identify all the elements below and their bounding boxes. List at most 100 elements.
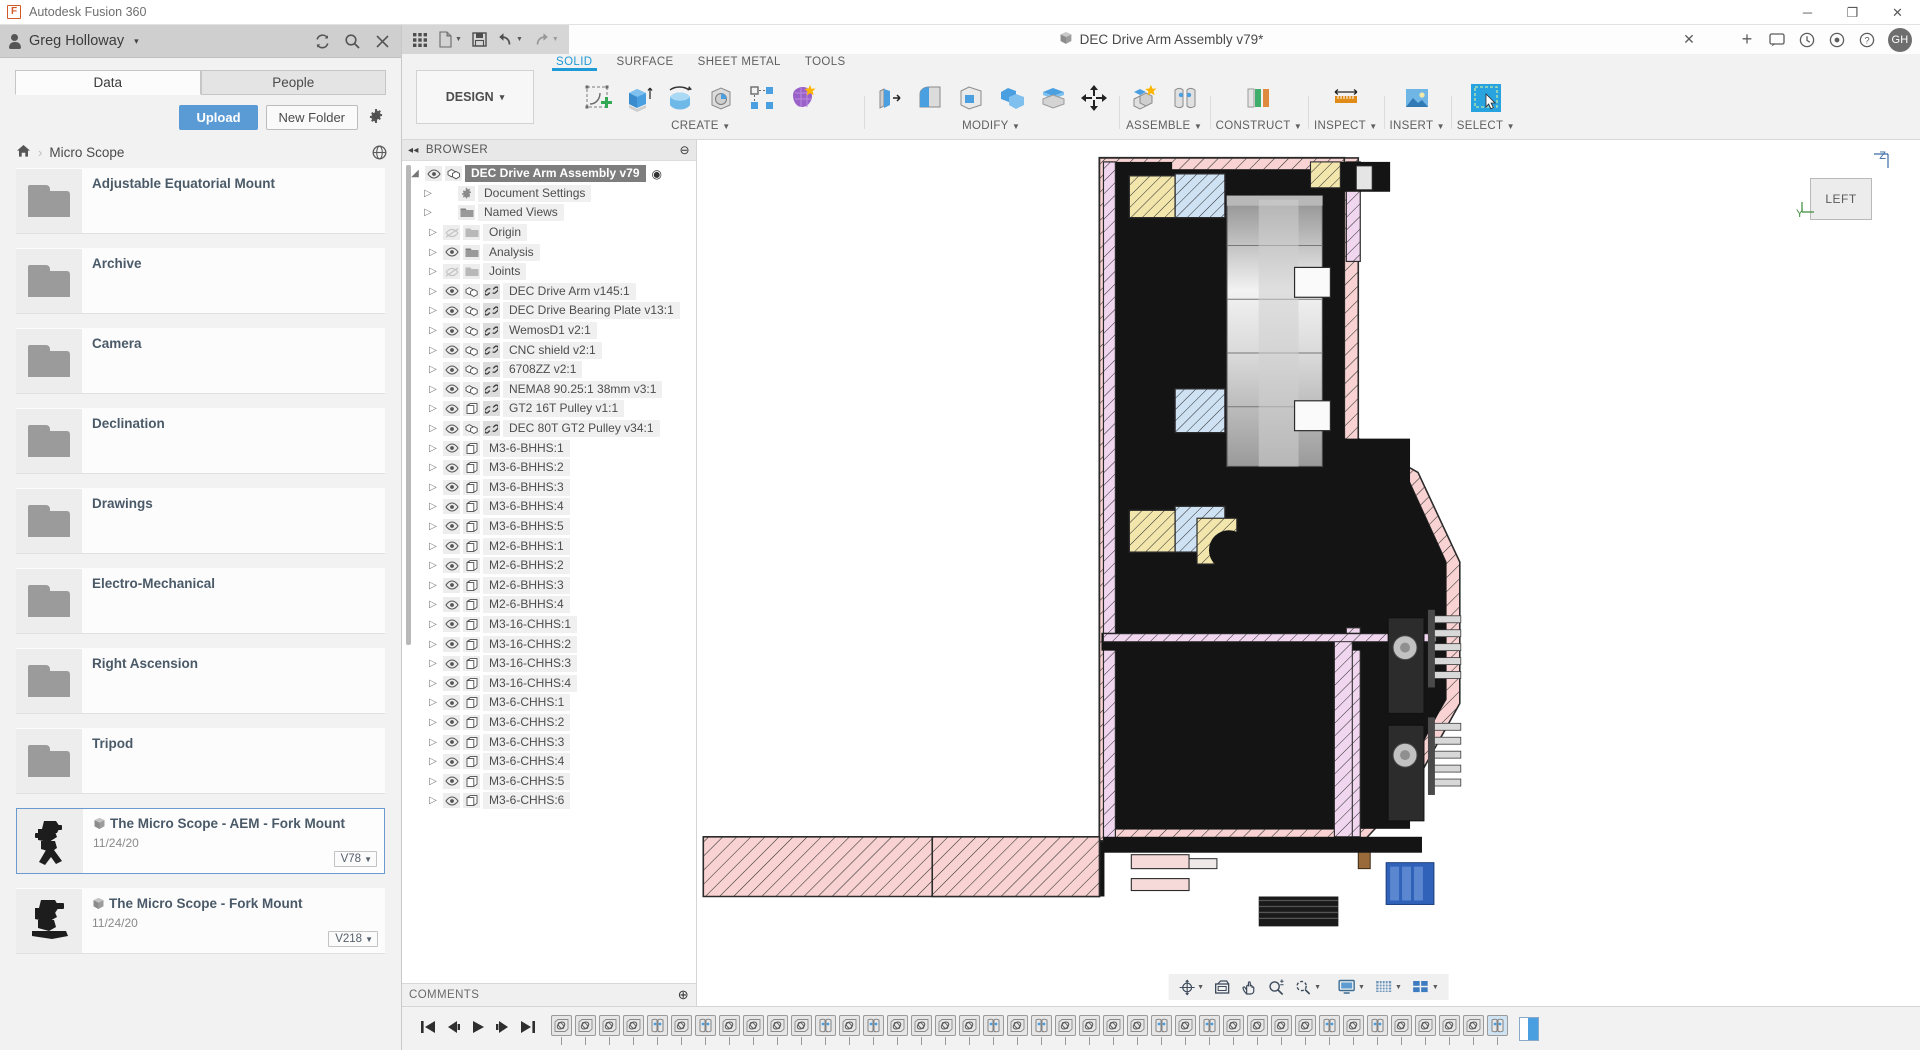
tree-node[interactable]: ▷M2-6-BHHS:3 bbox=[402, 575, 696, 595]
timeline-feature[interactable] bbox=[959, 1015, 980, 1036]
window-select-icon[interactable] bbox=[1467, 78, 1505, 118]
timeline-feature[interactable] bbox=[1439, 1015, 1460, 1036]
eye-icon[interactable] bbox=[443, 519, 460, 534]
display-settings-icon[interactable]: ▼ bbox=[1334, 978, 1369, 996]
expand-arrow-icon[interactable]: ▷ bbox=[426, 266, 440, 277]
ribbon-group-label[interactable]: MODIFY ▼ bbox=[962, 120, 1020, 136]
list-item[interactable]: Drawings bbox=[16, 488, 385, 554]
comments-panel-header[interactable]: COMMENTS ⊕ bbox=[402, 983, 696, 1006]
grid-apps-icon[interactable] bbox=[408, 30, 432, 50]
ribbon-group-label[interactable]: CONSTRUCT ▼ bbox=[1216, 120, 1302, 136]
expand-arrow-icon[interactable]: ▷ bbox=[426, 423, 440, 434]
expand-arrow-icon[interactable]: ▷ bbox=[426, 717, 440, 728]
expand-arrow-icon[interactable]: ▷ bbox=[426, 795, 440, 806]
timeline-feature[interactable] bbox=[1415, 1015, 1436, 1036]
list-item[interactable]: Archive bbox=[16, 248, 385, 314]
tree-node[interactable]: ▷Origin bbox=[402, 223, 696, 243]
expand-arrow-icon[interactable]: ▷ bbox=[426, 501, 440, 512]
new-component-icon[interactable] bbox=[1125, 78, 1163, 118]
skip-end-icon[interactable] bbox=[520, 1020, 536, 1037]
home-icon[interactable] bbox=[16, 144, 31, 161]
tree-node[interactable]: ▷DEC 80T GT2 Pulley v34:1 bbox=[402, 419, 696, 439]
tree-scrollbar[interactable] bbox=[406, 165, 411, 645]
fillet-icon[interactable] bbox=[911, 78, 949, 118]
timeline-feature[interactable] bbox=[887, 1015, 908, 1036]
tree-node[interactable]: ▷6708ZZ v2:1 bbox=[402, 360, 696, 380]
notifications-icon[interactable] bbox=[1768, 31, 1786, 49]
expand-arrow-icon[interactable]: ▷ bbox=[426, 737, 440, 748]
eye-icon[interactable] bbox=[443, 676, 460, 691]
ribbon-group-label[interactable]: INSERT ▼ bbox=[1390, 120, 1445, 136]
eye-icon[interactable] bbox=[443, 303, 460, 318]
tree-node[interactable]: ▷M3-6-CHHS:5 bbox=[402, 771, 696, 791]
timeline-feature[interactable] bbox=[695, 1015, 716, 1036]
timeline-feature[interactable] bbox=[575, 1015, 596, 1036]
combine-icon[interactable] bbox=[993, 78, 1031, 118]
timeline-end-marker[interactable] bbox=[1519, 1017, 1539, 1041]
workspace-switcher[interactable]: DESIGN ▾ bbox=[416, 70, 534, 124]
search-icon[interactable] bbox=[341, 30, 363, 52]
extension-icon[interactable] bbox=[1828, 31, 1846, 49]
expand-arrow-icon[interactable]: ▷ bbox=[426, 776, 440, 787]
timeline-feature[interactable] bbox=[1031, 1015, 1052, 1036]
expand-arrow-icon[interactable]: ▷ bbox=[426, 697, 440, 708]
expand-arrow-icon[interactable]: ▷ bbox=[426, 619, 440, 630]
tree-node[interactable]: ▷M3-6-CHHS:3 bbox=[402, 732, 696, 752]
timeline-feature[interactable] bbox=[623, 1015, 644, 1036]
eye-icon[interactable] bbox=[443, 774, 460, 789]
expand-arrow-icon[interactable]: ▷ bbox=[426, 580, 440, 591]
timeline-feature[interactable] bbox=[1487, 1015, 1508, 1036]
tree-node[interactable]: ▷M3-16-CHHS:3 bbox=[402, 654, 696, 674]
ribbon-group-label[interactable]: CREATE ▼ bbox=[671, 120, 730, 136]
eye-icon[interactable] bbox=[443, 597, 460, 612]
new-folder-button[interactable]: New Folder bbox=[266, 105, 358, 130]
eye-icon[interactable] bbox=[443, 695, 460, 710]
user-menu-caret-icon[interactable]: ▾ bbox=[134, 36, 139, 47]
tree-node[interactable]: ▷M3-6-BHHS:2 bbox=[402, 458, 696, 478]
measure-icon[interactable] bbox=[1327, 78, 1365, 118]
list-item[interactable]: Declination bbox=[16, 408, 385, 474]
view-cube[interactable]: Z Y LEFT bbox=[1796, 150, 1892, 246]
save-icon[interactable] bbox=[468, 30, 491, 49]
expand-arrow-icon[interactable]: ▷ bbox=[426, 756, 440, 767]
collapse-panel-icon[interactable]: ◂◂ bbox=[408, 145, 419, 156]
timeline-feature[interactable] bbox=[1463, 1015, 1484, 1036]
insert-image-icon[interactable] bbox=[1398, 78, 1436, 118]
add-comment-icon[interactable]: ⊕ bbox=[678, 987, 689, 1003]
timeline-feature-list[interactable] bbox=[551, 1013, 1508, 1045]
eye-icon[interactable] bbox=[443, 499, 460, 514]
expand-arrow-icon[interactable]: ▷ bbox=[426, 286, 440, 297]
orbit-icon[interactable]: ▼ bbox=[1174, 978, 1208, 997]
skip-start-icon[interactable] bbox=[420, 1020, 436, 1037]
expand-arrow-icon[interactable]: ▷ bbox=[426, 364, 440, 375]
ribbon-group-label[interactable]: INSPECT ▼ bbox=[1314, 120, 1377, 136]
timeline-feature[interactable] bbox=[1103, 1015, 1124, 1036]
sweep-icon[interactable] bbox=[702, 78, 740, 118]
move-copy-icon[interactable] bbox=[1075, 78, 1113, 118]
maximize-button[interactable]: ❐ bbox=[1830, 0, 1875, 25]
tree-node[interactable]: ▷M2-6-BHHS:1 bbox=[402, 536, 696, 556]
new-file-icon[interactable]: ▼ bbox=[434, 29, 466, 50]
tree-node[interactable]: ▷M3-6-BHHS:1 bbox=[402, 438, 696, 458]
timeline-feature[interactable] bbox=[647, 1015, 668, 1036]
user-name[interactable]: Greg Holloway bbox=[29, 33, 124, 49]
tree-node[interactable]: ▷GT2 16T Pulley v1:1 bbox=[402, 399, 696, 419]
expand-arrow-icon[interactable]: ▷ bbox=[426, 384, 440, 395]
expand-arrow-icon[interactable]: ▷ bbox=[426, 443, 440, 454]
tree-node[interactable]: ▷M3-6-CHHS:1 bbox=[402, 693, 696, 713]
eye-icon[interactable] bbox=[443, 637, 460, 652]
add-tab-icon[interactable]: + bbox=[1738, 31, 1756, 49]
expand-arrow-icon[interactable]: ▷ bbox=[426, 403, 440, 414]
timeline-feature[interactable] bbox=[911, 1015, 932, 1036]
expand-arrow-icon[interactable]: ▷ bbox=[426, 639, 440, 650]
list-item-selected[interactable]: The Micro Scope - AEM - Fork Mount 11/24… bbox=[16, 808, 385, 874]
tree-node[interactable]: ▷M3-6-CHHS:2 bbox=[402, 713, 696, 733]
shell-icon[interactable] bbox=[952, 78, 990, 118]
tree-node[interactable]: ▷Joints bbox=[402, 262, 696, 282]
eye-icon[interactable] bbox=[443, 460, 460, 475]
eye-icon[interactable] bbox=[443, 284, 460, 299]
pattern-icon[interactable] bbox=[743, 78, 781, 118]
eye-off-icon[interactable] bbox=[443, 264, 460, 279]
eye-icon[interactable] bbox=[443, 656, 460, 671]
tree-node[interactable]: ▷Named Views bbox=[402, 203, 696, 223]
